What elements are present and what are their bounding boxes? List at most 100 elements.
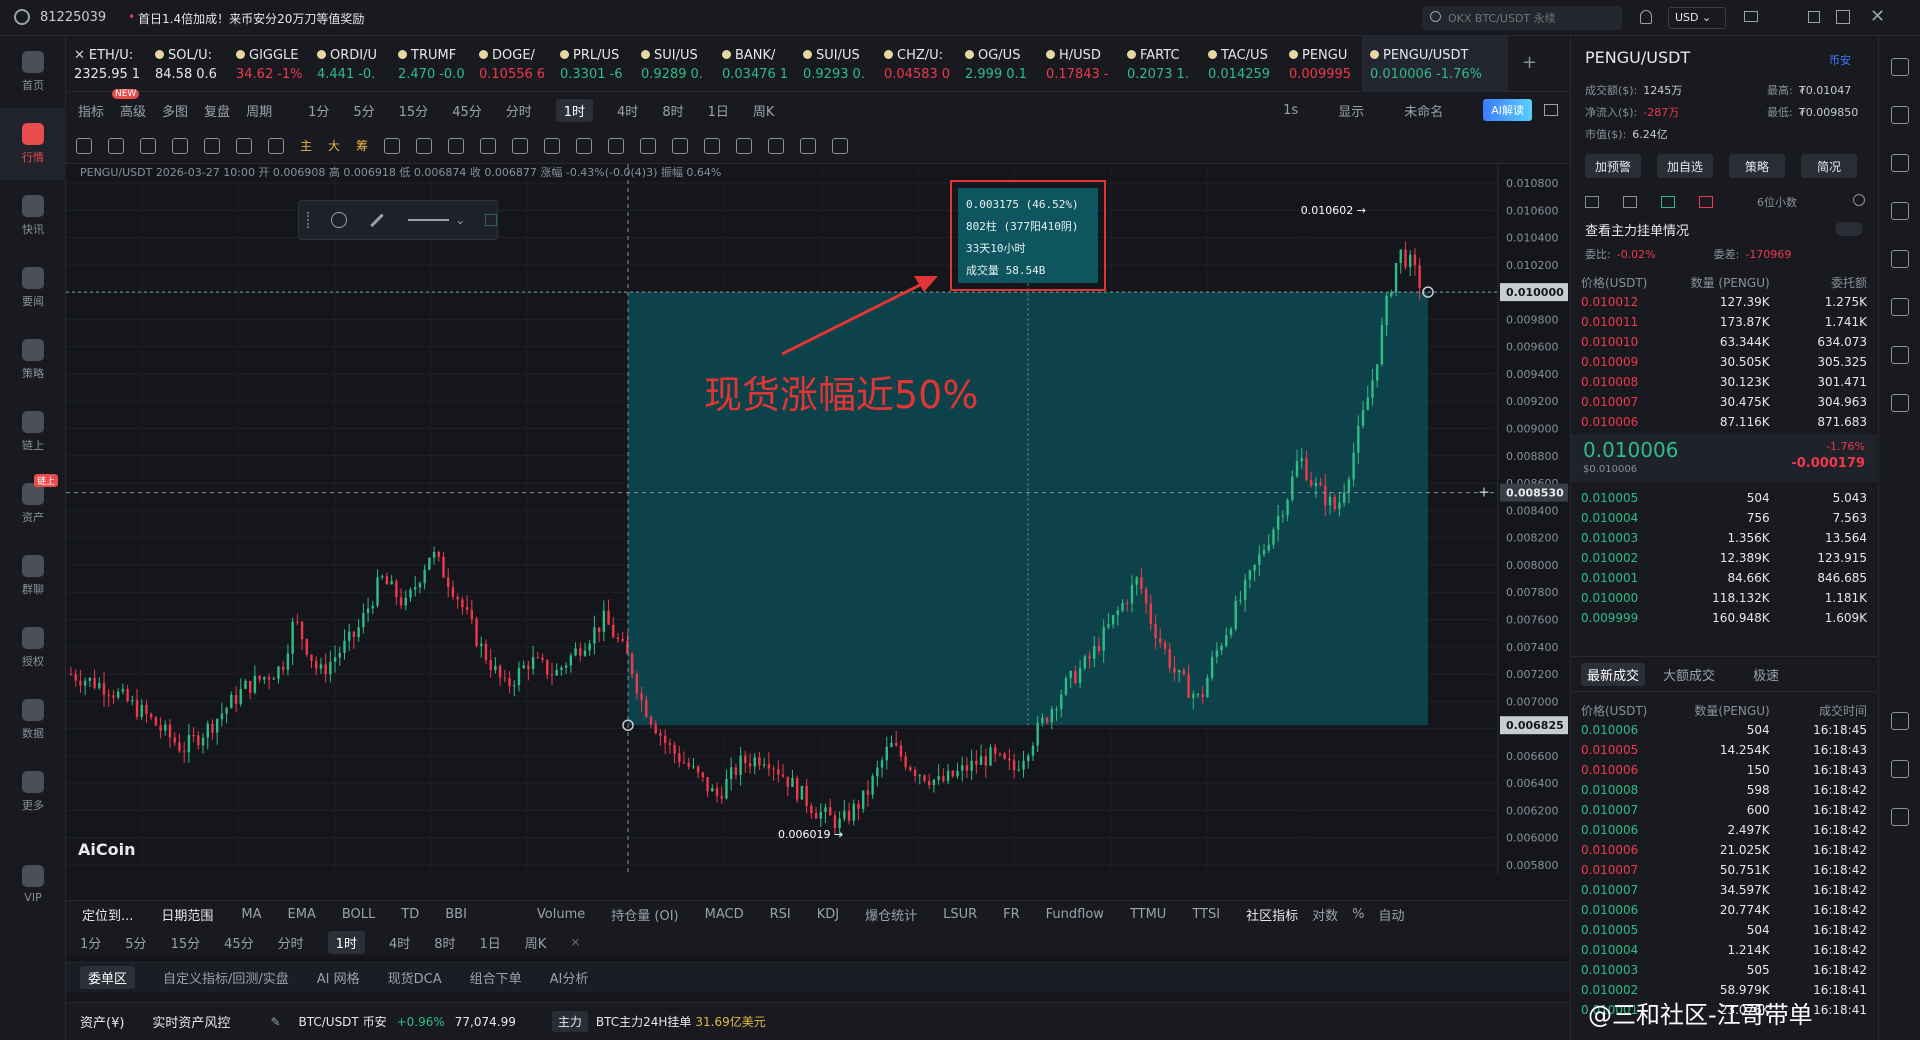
ticker-tab[interactable]: TRUMF 2.470 -0.0	[390, 36, 471, 91]
bottom-period-6[interactable]: 4时	[389, 933, 410, 952]
ask-row[interactable]: 0.010006 87.116K 871.683	[1571, 412, 1877, 432]
draw-label-1[interactable]: 大	[328, 137, 340, 154]
ticker-tab[interactable]: SUI/US 0.9289 0.	[633, 36, 714, 91]
indicator-4[interactable]: BBI	[445, 907, 467, 922]
bottom-period-8[interactable]: 1日	[480, 933, 501, 952]
chart-option-1[interactable]: 显示	[1338, 101, 1364, 120]
nav-item-1[interactable]: 行情	[0, 108, 66, 180]
orderbook-view-icon[interactable]	[1699, 196, 1713, 208]
toolbar-1[interactable]: 高级 NEW	[112, 88, 146, 120]
period-8[interactable]: 1日	[708, 101, 729, 120]
draw-tool-icon[interactable]	[512, 137, 529, 154]
order-tab-5[interactable]: AI分析	[550, 968, 589, 987]
robot-icon[interactable]	[1890, 346, 1909, 364]
currency-select[interactable]: USD ⌄	[1668, 7, 1726, 29]
chevron-down-icon[interactable]: ⌄	[455, 213, 465, 227]
bottom-period-1[interactable]: 5分	[125, 933, 146, 952]
ask-row[interactable]: 0.010010 63.344K 634.073	[1571, 332, 1877, 352]
chart-option-2[interactable]: 未命名	[1404, 101, 1443, 120]
draw-tool-icon[interactable]	[704, 137, 721, 154]
trade-tab-0[interactable]: 最新成交	[1581, 662, 1646, 686]
draw-tool-icon[interactable]	[480, 137, 497, 154]
nav-item-5[interactable]: 链上	[0, 396, 66, 468]
magnet-icon[interactable]	[330, 212, 347, 228]
nav-item-8[interactable]: 授权	[0, 612, 66, 684]
ticker-tab[interactable]: OG/US 2.999 0.1	[957, 36, 1038, 91]
axis-option-1[interactable]: 对数	[1312, 905, 1338, 924]
line-style-icon[interactable]	[408, 219, 450, 221]
maximize-icon[interactable]	[1836, 10, 1850, 24]
order-tab-1[interactable]: 自定义指标/回测/实盘	[163, 968, 289, 987]
draw-tool-icon[interactable]	[576, 137, 593, 154]
indicator-11[interactable]: LSUR	[943, 907, 977, 922]
ask-row[interactable]: 0.010011 173.87K 1.741K	[1571, 312, 1877, 332]
close-icon[interactable]: ×	[570, 935, 580, 949]
indicator-14[interactable]: TTMU	[1130, 907, 1166, 922]
indicator-5[interactable]: Volume	[537, 907, 585, 922]
bottom-period-4[interactable]: 分时	[278, 933, 304, 952]
axis-option-2[interactable]: %	[1352, 907, 1364, 922]
draw-tool-icon[interactable]	[672, 137, 689, 154]
screen-icon[interactable]	[1890, 298, 1909, 316]
risk-label[interactable]: 实时资产风控	[152, 1012, 230, 1031]
orderbook-view-icon[interactable]	[1661, 196, 1675, 208]
draw-tool-icon[interactable]	[832, 137, 849, 154]
drag-handle-icon[interactable]	[307, 212, 313, 228]
ticker-tab[interactable]: TAC/US 0.014259	[1200, 36, 1281, 91]
indicator-6[interactable]: 持仓量 (OI)	[611, 905, 678, 924]
bid-row[interactable]: 0.010005 504 5.043	[1571, 488, 1877, 508]
pen-icon[interactable]	[369, 213, 383, 227]
ask-row[interactable]: 0.010009 30.505K 305.325	[1571, 352, 1877, 372]
draw-tool-icon[interactable]	[800, 137, 817, 154]
trade-tab-1[interactable]: 大额成交	[1663, 665, 1715, 684]
search-input[interactable]	[1448, 9, 1598, 27]
draw-tool-icon[interactable]	[640, 137, 657, 154]
orderbook-view-icon[interactable]	[1585, 196, 1599, 208]
nav-item-6[interactable]: 资产 链上	[0, 468, 66, 540]
ticker-tab[interactable]: PENGU 0.009995	[1281, 36, 1362, 91]
bottom-period-2[interactable]: 15分	[171, 933, 201, 952]
ticker-tab[interactable]: FARTC 0.2073 1.	[1119, 36, 1200, 91]
indicator-3[interactable]: TD	[401, 907, 419, 922]
indicator-15[interactable]: TTSI	[1192, 907, 1220, 922]
bottom-period-7[interactable]: 8时	[434, 933, 455, 952]
indicator-9[interactable]: KDJ	[817, 907, 839, 922]
period-1[interactable]: 5分	[353, 101, 374, 120]
fill-icon[interactable]	[485, 214, 498, 226]
draw-tool-icon[interactable]	[608, 137, 625, 154]
market-label[interactable]: 币安	[1829, 52, 1851, 68]
indicator-0[interactable]: MA	[241, 907, 261, 922]
toolbar-4[interactable]: 周期	[246, 101, 272, 120]
promo-text[interactable]: 首日1.4倍加成！来币安分20万刀等值奖励	[138, 10, 364, 27]
bid-row[interactable]: 0.010001 84.66K 846.685	[1571, 568, 1877, 588]
ticker-tab[interactable]: ORDI/U 4.441 -0.	[309, 36, 390, 91]
trend-icon[interactable]	[1890, 202, 1909, 220]
mail-icon[interactable]	[1744, 11, 1758, 22]
ticker-tab[interactable]: CHZ/U: 0.04583 0	[876, 36, 957, 91]
draw-tool-icon[interactable]	[108, 137, 124, 154]
document-icon[interactable]	[1890, 106, 1909, 124]
draw-tool-icon[interactable]	[544, 137, 561, 154]
draw-tool-icon[interactable]	[140, 137, 156, 154]
share-icon[interactable]	[1544, 104, 1558, 116]
draw-label-0[interactable]: 主	[300, 137, 312, 154]
order-tab-2[interactable]: AI 网格	[317, 968, 360, 987]
indicator-12[interactable]: FR	[1003, 907, 1020, 922]
ticker-tab[interactable]: GIGGLE 34.62 -1%	[228, 36, 309, 91]
order-tab-0[interactable]: 委单区	[80, 966, 136, 989]
avatar-icon[interactable]	[14, 9, 30, 25]
edit-icon[interactable]: ✎	[270, 1015, 280, 1029]
axis-option-3[interactable]: 自动	[1378, 905, 1404, 924]
chart-option-0[interactable]: 1s	[1283, 103, 1298, 118]
period-5[interactable]: 1时	[555, 98, 594, 122]
bid-row[interactable]: 0.010004 756 7.563	[1571, 508, 1877, 528]
bottom-period-0[interactable]: 1分	[80, 933, 101, 952]
ai-button[interactable]: AI解读	[1483, 99, 1532, 121]
action-button-0[interactable]: 加预警	[1585, 154, 1641, 178]
restore-window-icon[interactable]	[1808, 11, 1820, 23]
nav-item-4[interactable]: 策略	[0, 324, 66, 396]
ticker-tab[interactable]: BANK/0.03476 1	[714, 36, 795, 91]
search-box[interactable]	[1422, 6, 1622, 30]
action-button-3[interactable]: 简况	[1801, 154, 1857, 178]
trade-tab-2[interactable]: 极速	[1753, 665, 1779, 684]
